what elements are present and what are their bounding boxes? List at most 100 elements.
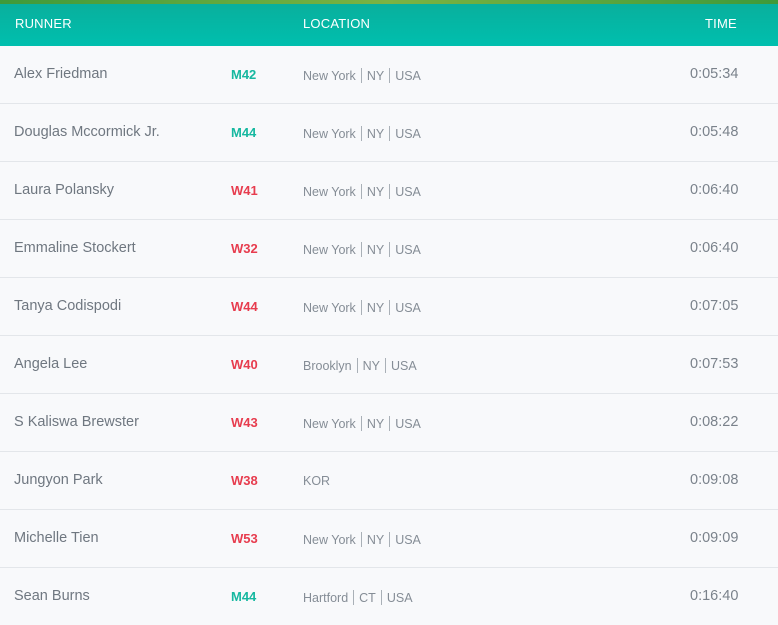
- runner-column-header[interactable]: RUNNER: [15, 16, 72, 31]
- runner-category-badge: M42: [231, 67, 257, 82]
- location-separator: [380, 590, 382, 605]
- runner-name[interactable]: Jungyon Park: [14, 472, 103, 488]
- location-state: NY: [366, 300, 385, 315]
- runner-location: New York NY USA: [303, 184, 421, 199]
- runner-location: New York NY USA: [303, 300, 421, 315]
- runner-category-badge: W32: [231, 241, 258, 256]
- finish-time: 0:06:40: [690, 182, 739, 198]
- location-separator: [360, 184, 362, 199]
- finish-time: 0:07:05: [690, 298, 739, 314]
- location-column-header[interactable]: LOCATION: [303, 16, 370, 31]
- location-city: New York: [303, 416, 356, 431]
- location-separator: [389, 242, 391, 257]
- finish-time: 0:09:09: [690, 530, 739, 546]
- location-state: NY: [366, 126, 385, 141]
- finish-time: 0:06:40: [690, 240, 739, 256]
- location-state: CT: [359, 590, 376, 605]
- finish-time: 0:09:08: [690, 472, 739, 488]
- location-state: NY: [366, 242, 385, 257]
- location-state: NY: [366, 416, 385, 431]
- table-row[interactable]: Laura Polansky W41 New York NY USA 0:06:40: [0, 162, 778, 220]
- header-accent-bar: [0, 0, 778, 4]
- location-separator: [360, 126, 362, 141]
- location-city: New York: [303, 242, 356, 257]
- runner-name[interactable]: Tanya Codispodi: [14, 298, 121, 314]
- location-separator: [353, 590, 355, 605]
- runner-location: KOR: [303, 474, 330, 488]
- runner-category-badge: W38: [231, 473, 258, 488]
- table-row[interactable]: Angela Lee W40 Brooklyn NY USA 0:07:53: [0, 336, 778, 394]
- runner-location: New York NY USA: [303, 532, 421, 547]
- runner-category-badge: W53: [231, 531, 258, 546]
- runner-name[interactable]: Sean Burns: [14, 588, 90, 604]
- runner-location: New York NY USA: [303, 242, 421, 257]
- location-country: KOR: [303, 474, 331, 488]
- location-separator: [389, 126, 391, 141]
- runner-name[interactable]: Douglas Mccormick Jr.: [14, 124, 160, 140]
- finish-time: 0:05:48: [690, 124, 739, 140]
- location-country: USA: [395, 416, 421, 431]
- table-row[interactable]: Emmaline Stockert W32 New York NY USA 0:06:40: [0, 220, 778, 278]
- location-separator: [385, 358, 387, 373]
- table-header: RUNNER LOCATION TIME: [0, 0, 778, 46]
- runner-category-badge: M44: [231, 589, 257, 604]
- runner-location: New York NY USA: [303, 416, 421, 431]
- location-country: USA: [395, 68, 421, 83]
- location-separator: [389, 416, 391, 431]
- table-row[interactable]: Alex Friedman M42 New York NY USA 0:05:34: [0, 46, 778, 104]
- runner-name[interactable]: S Kaliswa Brewster: [14, 414, 139, 430]
- location-state: NY: [366, 184, 385, 199]
- location-separator: [389, 300, 391, 315]
- table-row[interactable]: Michelle Tien W53 New York NY USA 0:09:09: [0, 510, 778, 568]
- location-separator: [360, 416, 362, 431]
- runner-category-badge: M44: [231, 125, 257, 140]
- location-state: NY: [366, 68, 385, 83]
- runner-category-badge: W43: [231, 415, 258, 430]
- time-column-header[interactable]: TIME: [705, 16, 737, 31]
- runner-name[interactable]: Angela Lee: [14, 356, 87, 372]
- location-city: New York: [303, 300, 356, 315]
- location-separator: [360, 68, 362, 83]
- location-country: USA: [395, 300, 421, 315]
- runner-name[interactable]: Emmaline Stockert: [14, 240, 136, 256]
- runner-category-badge: W44: [231, 299, 258, 314]
- table-body: Alex Friedman M42 New York NY USA 0:05:34 Doug…: [0, 46, 778, 625]
- runner-location: New York NY USA: [303, 68, 421, 83]
- runner-location: Brooklyn NY USA: [303, 358, 417, 373]
- table-row[interactable]: Sean Burns M44 Hartford CT USA 0:16:40: [0, 568, 778, 625]
- location-separator: [389, 68, 391, 83]
- runner-name[interactable]: Michelle Tien: [14, 530, 99, 546]
- finish-time: 0:05:34: [690, 66, 739, 82]
- table-row[interactable]: Douglas Mccormick Jr. M44 New York NY USA 0:0…: [0, 104, 778, 162]
- location-country: USA: [391, 358, 417, 373]
- table-row[interactable]: Tanya Codispodi W44 New York NY USA 0:07:05: [0, 278, 778, 336]
- location-country: USA: [395, 242, 421, 257]
- location-country: USA: [395, 126, 421, 141]
- location-state: NY: [366, 532, 385, 547]
- location-city: New York: [303, 126, 356, 141]
- runner-name[interactable]: Alex Friedman: [14, 66, 107, 82]
- finish-time: 0:07:53: [690, 356, 739, 372]
- location-city: New York: [303, 532, 356, 547]
- location-country: USA: [386, 590, 413, 605]
- location-state: NY: [362, 358, 381, 373]
- location-separator: [360, 532, 362, 547]
- location-city: Hartford: [303, 590, 349, 605]
- location-city: Brooklyn: [303, 358, 352, 373]
- table-row[interactable]: Jungyon Park W38 KOR 0:09:08: [0, 452, 778, 510]
- location-separator: [389, 532, 391, 547]
- runner-location: Hartford CT USA: [303, 590, 413, 605]
- location-separator: [360, 242, 362, 257]
- runner-name[interactable]: Laura Polansky: [14, 182, 114, 198]
- location-country: USA: [395, 184, 421, 199]
- table-row[interactable]: S Kaliswa Brewster W43 New York NY USA 0:08:2…: [0, 394, 778, 452]
- runner-location: New York NY USA: [303, 126, 421, 141]
- location-country: USA: [395, 532, 421, 547]
- location-separator: [360, 300, 362, 315]
- finish-time: 0:16:40: [690, 588, 739, 604]
- runner-category-badge: W40: [231, 357, 258, 372]
- location-city: New York: [303, 184, 356, 199]
- results-table: RUNNER LOCATION TIME Alex Friedman M42 New…: [0, 0, 778, 625]
- location-city: New York: [303, 68, 356, 83]
- runner-category-badge: W41: [231, 183, 258, 198]
